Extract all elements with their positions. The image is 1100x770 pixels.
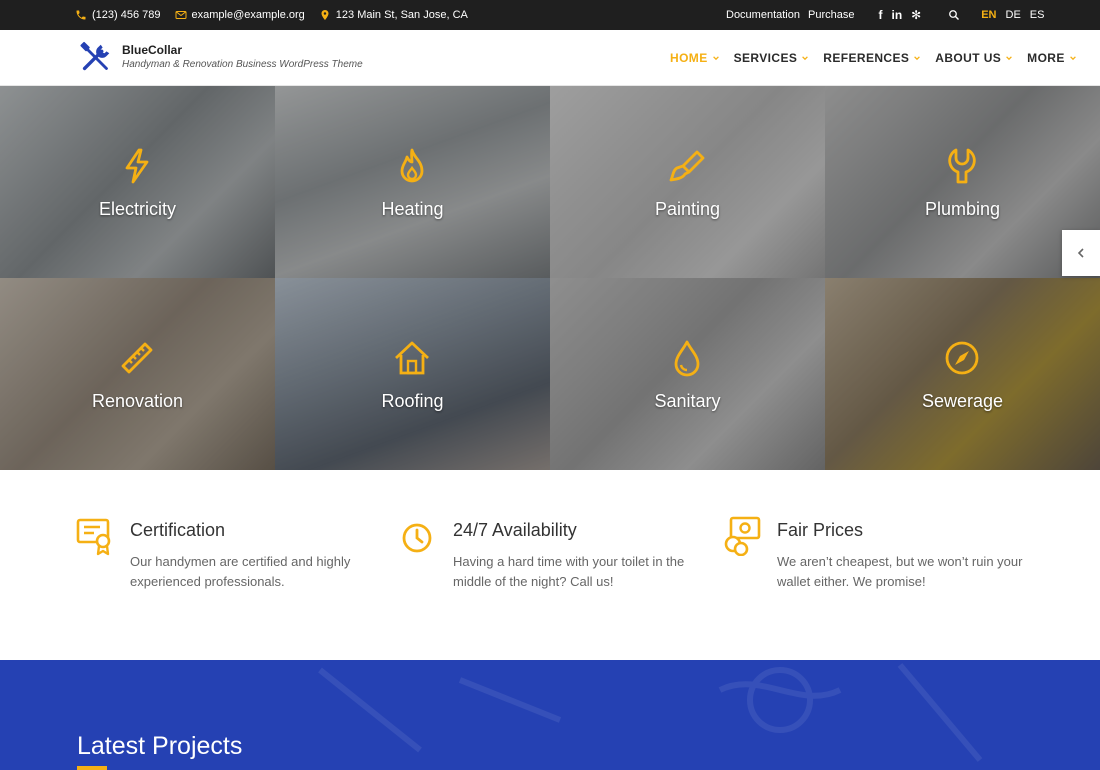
service-tile-sanitary[interactable]: Sanitary	[550, 278, 825, 470]
site-header: BlueCollar Handyman & Renovation Busines…	[0, 30, 1100, 86]
address-contact[interactable]: 123 Main St, San Jose, CA	[319, 9, 468, 21]
chevron-down-icon	[1006, 56, 1013, 61]
service-label: Roofing	[381, 391, 444, 411]
main-nav: HOME SERVICES REFERENCES ABOUT US MORE	[670, 30, 1091, 86]
chevron-left-icon	[1077, 248, 1084, 258]
latest-projects-section: Latest Projects	[0, 660, 1100, 770]
service-label: Sanitary	[654, 391, 721, 411]
street-address: 123 Main St, San Jose, CA	[335, 9, 468, 21]
feature-title: 24/7 Availability	[453, 520, 577, 540]
service-tile-roofing[interactable]: Roofing	[275, 278, 550, 470]
service-label: Sewerage	[921, 391, 1004, 411]
lightning-icon	[125, 148, 149, 184]
documentation-link[interactable]: Documentation	[726, 9, 800, 21]
side-panel-toggle[interactable]	[1062, 230, 1100, 276]
service-tile-painting[interactable]: Painting	[550, 86, 825, 278]
money-icon	[724, 516, 761, 556]
brand-tagline: Handyman & Renovation Business WordPress…	[122, 59, 363, 70]
compass-icon	[945, 341, 979, 375]
house-icon	[395, 341, 429, 375]
service-label: Electricity	[98, 199, 176, 219]
service-tile-renovation[interactable]: Renovation	[0, 278, 275, 470]
services-grid: Electricity Heating Painting Plumbing Re…	[0, 86, 1100, 470]
droplet-icon	[674, 340, 700, 377]
logo-icon[interactable]	[77, 39, 115, 77]
nav-home[interactable]: HOME	[670, 51, 720, 65]
top-bar: (123) 456 789 example@example.org 123 Ma…	[0, 0, 1100, 30]
nav-more[interactable]: MORE	[1027, 51, 1077, 65]
nav-services-label: SERVICES	[733, 51, 798, 65]
mail-icon	[175, 11, 186, 19]
email-contact[interactable]: example@example.org	[175, 9, 305, 21]
service-tile-sewerage[interactable]: Sewerage	[825, 278, 1100, 470]
nav-about-us[interactable]: ABOUT US	[935, 51, 1013, 65]
feature-title: Fair Prices	[777, 520, 864, 540]
ruler-icon	[121, 342, 153, 374]
feature-text: Having a hard time with your toilet in t…	[453, 554, 685, 589]
map-pin-icon	[321, 10, 329, 20]
service-label: Plumbing	[924, 199, 1001, 219]
chevron-down-icon	[1069, 56, 1076, 61]
features-section: Certification Our handymen are certified…	[0, 470, 1100, 660]
nav-home-label: HOME	[670, 51, 708, 65]
feature-text: We aren’t cheapest, but we won’t ruin yo…	[777, 554, 1023, 589]
nav-references-label: REFERENCES	[823, 51, 910, 65]
nav-about-us-label: ABOUT US	[935, 51, 1002, 65]
clock-icon	[402, 523, 432, 553]
phone-icon	[76, 10, 86, 20]
chevron-down-icon	[802, 56, 809, 61]
purchase-link[interactable]: Purchase	[808, 9, 854, 21]
brand-name[interactable]: BlueCollar	[122, 43, 182, 57]
nav-services[interactable]: SERVICES	[734, 51, 810, 65]
facebook-icon[interactable]: f	[878, 8, 882, 22]
yelp-icon[interactable]: ✻	[911, 8, 921, 22]
paintbrush-icon	[669, 150, 705, 182]
feature-text: Our handymen are certified and highly ex…	[130, 554, 351, 589]
nav-more-label: MORE	[1027, 51, 1065, 65]
title-underline	[77, 766, 107, 770]
feature-title: Certification	[130, 520, 226, 540]
phone-contact[interactable]: (123) 456 789	[75, 9, 161, 21]
email-address: example@example.org	[191, 9, 305, 21]
chevron-down-icon	[712, 56, 719, 61]
service-tile-electricity[interactable]: Electricity	[0, 86, 275, 278]
service-label: Heating	[381, 199, 444, 219]
lang-es[interactable]: ES	[1030, 9, 1045, 21]
lang-de[interactable]: DE	[1006, 9, 1021, 21]
section-title: Latest Projects	[77, 732, 243, 760]
lang-en[interactable]: EN	[981, 9, 996, 21]
wrench-icon	[948, 148, 976, 184]
service-label: Painting	[654, 199, 721, 219]
linkedin-icon[interactable]: in	[891, 8, 902, 22]
service-label: Renovation	[91, 391, 184, 411]
flame-icon	[400, 148, 424, 183]
nav-references[interactable]: REFERENCES	[823, 51, 921, 65]
certificate-icon	[76, 518, 111, 556]
search-icon[interactable]	[948, 9, 960, 21]
service-tile-heating[interactable]: Heating	[275, 86, 550, 278]
chevron-down-icon	[914, 56, 921, 61]
phone-number: (123) 456 789	[92, 9, 161, 21]
service-tile-plumbing[interactable]: Plumbing	[825, 86, 1100, 278]
